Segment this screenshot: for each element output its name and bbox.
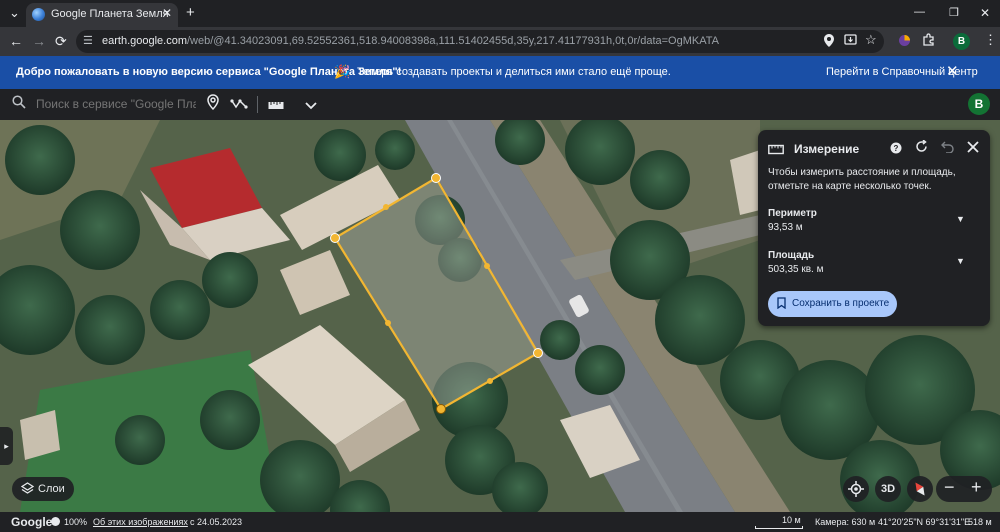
- refresh-icon[interactable]: [915, 139, 928, 158]
- elevation: 518 м: [968, 517, 992, 527]
- scale-label: 10 м: [782, 515, 801, 525]
- forward-arrow-icon[interactable]: →: [32, 33, 46, 49]
- location-pin-icon[interactable]: [824, 34, 834, 50]
- zoom-controls: − +: [936, 476, 992, 502]
- imagery-date: с 24.05.2023: [190, 517, 243, 527]
- svg-text:?: ?: [894, 144, 899, 153]
- search-input[interactable]: [36, 97, 196, 111]
- toggle-3d-button[interactable]: 3D: [875, 476, 901, 502]
- new-tab-button[interactable]: +: [186, 5, 195, 20]
- undo-icon[interactable]: [941, 140, 954, 158]
- compass-icon: [915, 482, 925, 496]
- welcome-banner: Добро пожаловать в новую версию сервиса …: [0, 56, 1000, 89]
- ruler-icon[interactable]: [268, 98, 284, 116]
- extension-color-icon[interactable]: [898, 34, 911, 50]
- area-value: 503,35 кв. м: [768, 264, 824, 275]
- extensions-puzzle-icon[interactable]: [922, 33, 935, 49]
- browser-profile-avatar[interactable]: B: [953, 33, 970, 50]
- user-avatar[interactable]: B: [968, 93, 990, 115]
- loading-progress-icon: [50, 516, 61, 529]
- load-percent: 100%: [64, 517, 88, 527]
- measurement-panel: Измерение ? Чтобы измерить расстояние и …: [758, 130, 990, 326]
- toolbar-divider: [257, 96, 258, 113]
- my-location-button[interactable]: [843, 476, 869, 502]
- url-path: /web/@41.34023091,69.52552361,518.940083…: [187, 35, 719, 47]
- perimeter-units-dropdown-icon[interactable]: ▼: [956, 214, 965, 224]
- save-to-project-button[interactable]: Сохранить в проекте: [768, 291, 897, 317]
- draw-path-icon[interactable]: [230, 97, 248, 115]
- site-settings-icon[interactable]: ☰: [83, 34, 93, 47]
- url-host: earth.google.com: [102, 35, 187, 47]
- google-logo: Google: [11, 515, 53, 529]
- minimize-window-button[interactable]: —: [914, 5, 925, 19]
- url-text: earth.google.com/web/@41.34023091,69.525…: [102, 35, 719, 47]
- tab-search-dropdown-icon[interactable]: ⌄: [9, 6, 20, 20]
- install-app-icon[interactable]: [844, 34, 857, 49]
- layers-icon: [20, 482, 35, 498]
- browser-menu-icon[interactable]: ⋮: [984, 32, 997, 48]
- address-bar[interactable]: ☰ earth.google.com/web/@41.34023091,69.5…: [76, 30, 884, 53]
- measure-hint: Чтобы измерить расстояние и площадь, отм…: [768, 167, 956, 192]
- zoom-in-button[interactable]: +: [971, 477, 982, 498]
- panel-title: Измерение: [794, 142, 860, 156]
- google-earth-favicon-icon: [32, 8, 45, 21]
- reload-icon[interactable]: ⟳: [55, 33, 67, 49]
- bookmark-icon: [777, 297, 786, 312]
- browser-tab-bar: ⌄ Google Планета Земля ✕ + — ❐ ✕: [0, 0, 1000, 27]
- save-to-project-label: Сохранить в проекте: [792, 298, 890, 309]
- expand-side-panel-button[interactable]: ▸: [0, 427, 13, 465]
- area-units-dropdown-icon[interactable]: ▼: [956, 256, 965, 266]
- bookmark-star-icon[interactable]: ☆: [865, 32, 877, 48]
- close-window-button[interactable]: ✕: [980, 6, 990, 20]
- scale-bar: [755, 526, 803, 529]
- browser-navigation-bar: ← → ⟳ ☰ earth.google.com/web/@41.3402309…: [0, 27, 1000, 56]
- status-bar: Google 100% Об этих изображениях с 24.05…: [0, 512, 1000, 532]
- earth-toolbar: B: [0, 89, 1000, 120]
- close-icon[interactable]: [967, 140, 979, 158]
- my-location-icon: [848, 481, 864, 497]
- perimeter-value: 93,53 м: [768, 222, 803, 233]
- search-icon[interactable]: [12, 95, 26, 114]
- browser-tab[interactable]: Google Планета Земля ✕: [26, 3, 178, 27]
- add-placemark-pin-icon[interactable]: [207, 94, 219, 115]
- about-images-link[interactable]: Об этих изображениях: [93, 517, 188, 527]
- coordinates: 41°20'25"N 69°31'31"E: [878, 517, 971, 527]
- perimeter-label: Периметр: [768, 208, 817, 219]
- party-popper-icon: 🎉: [334, 64, 351, 79]
- ruler-icon: [768, 142, 784, 160]
- chevron-down-icon[interactable]: [305, 97, 317, 115]
- camera-altitude: Камера: 630 м: [815, 517, 876, 527]
- back-arrow-icon[interactable]: ←: [9, 33, 23, 49]
- help-icon[interactable]: ?: [890, 141, 902, 159]
- layers-label: Слои: [38, 483, 65, 495]
- tab-title: Google Планета Земля: [51, 8, 169, 20]
- zoom-out-button[interactable]: −: [944, 477, 955, 498]
- banner-message: Теперь создавать проекты и делиться ими …: [357, 66, 671, 78]
- restore-window-button[interactable]: ❐: [949, 6, 959, 20]
- compass-button[interactable]: [907, 476, 933, 502]
- tab-close-icon[interactable]: ✕: [162, 6, 172, 20]
- banner-close-icon[interactable]: ✕: [946, 62, 959, 80]
- area-label: Площадь: [768, 250, 815, 261]
- layers-button[interactable]: Слои: [12, 477, 74, 501]
